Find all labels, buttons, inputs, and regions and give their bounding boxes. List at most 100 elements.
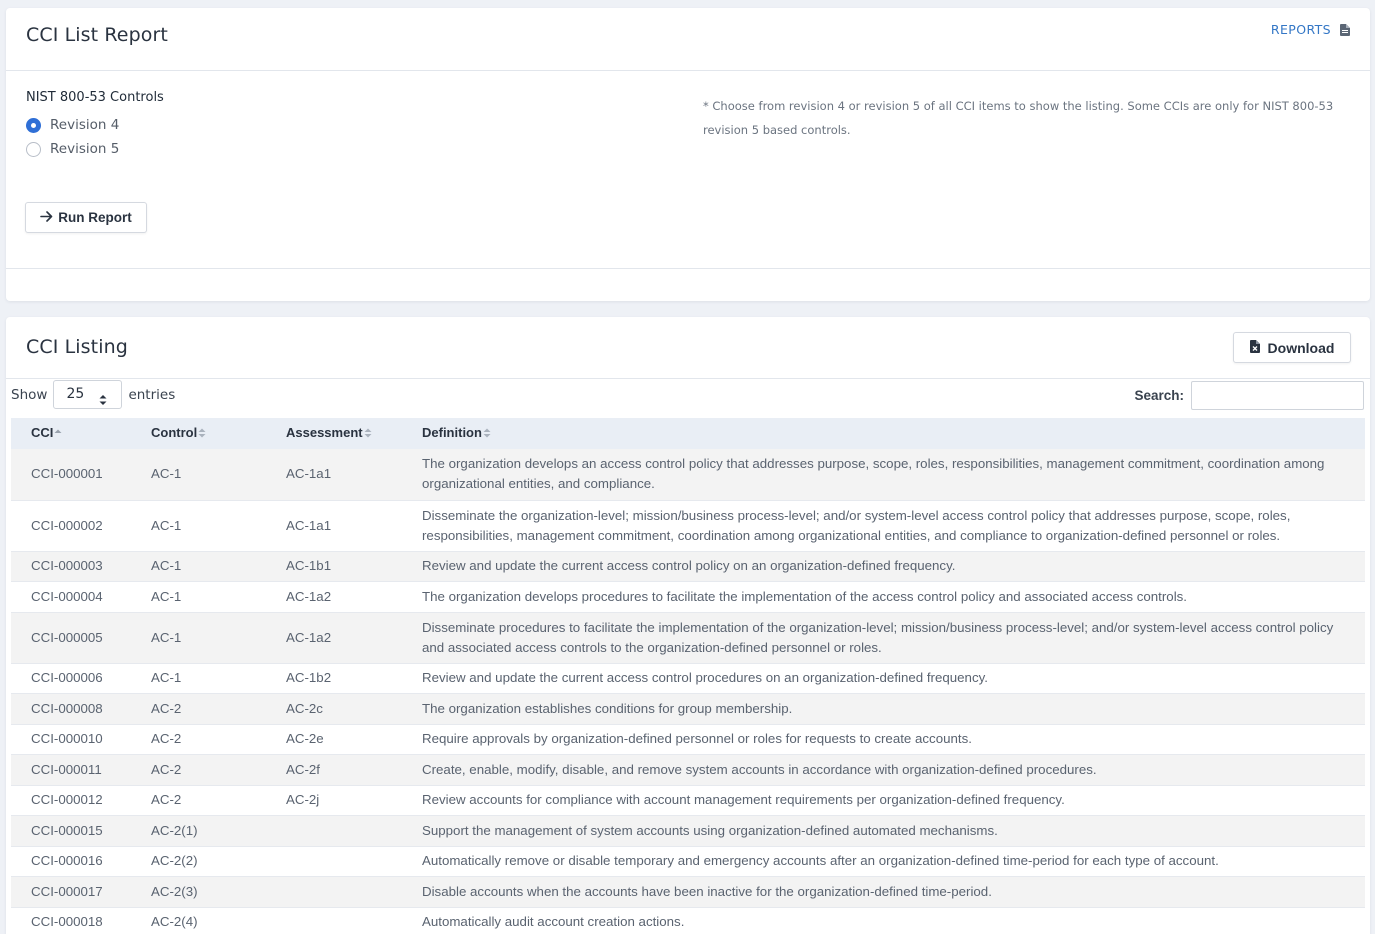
table-row: CCI-000001 AC-1 AC-1a1 The organization …: [11, 449, 1365, 500]
radio-label-revision-4: Revision 4: [50, 117, 120, 133]
cell-assessment: AC-2f: [286, 761, 320, 777]
cell-cci: CCI-000017: [31, 883, 103, 899]
table-row: CCI-000011 AC-2 AC-2f Create, enable, mo…: [11, 754, 1365, 785]
excel-file-icon: [1249, 339, 1260, 356]
cell-assessment: AC-2j: [286, 792, 320, 808]
listing-card: CCI Listing Download Show 25 entries Sea…: [6, 317, 1370, 934]
revision-note: * Choose from revision 4 or revision 5 o…: [703, 99, 1334, 137]
cell-assessment: [266, 907, 402, 934]
table-row: CCI-000003 AC-1 AC-1b1 Review and update…: [11, 551, 1365, 582]
column-header-cci[interactable]: CCI: [11, 418, 131, 449]
cell-assessment: [266, 877, 402, 908]
cell-definition: Disseminate the organization-level; miss…: [422, 507, 1291, 543]
search-label: Search:: [1134, 388, 1184, 403]
entries-select[interactable]: 25: [53, 380, 123, 409]
sort-asc-icon: [54, 427, 62, 442]
cell-definition: Disable accounts when the accounts have …: [422, 883, 992, 899]
cell-cci: CCI-000011: [31, 761, 102, 777]
table-search-control: Search:: [1134, 381, 1364, 410]
sort-icon: [483, 427, 491, 442]
cell-definition: Review and update the current access con…: [422, 558, 956, 574]
sort-icon: [364, 427, 372, 442]
cell-assessment: AC-2e: [286, 731, 324, 747]
cell-control: AC-1: [151, 558, 182, 574]
table-row: CCI-000017 AC-2(3) Disable accounts when…: [11, 876, 1365, 908]
column-label-definition: Definition: [422, 425, 482, 441]
reports-link[interactable]: REPORTS: [1271, 22, 1350, 37]
table-row: CCI-000015 AC-2(1) Support the managemen…: [11, 815, 1365, 847]
cell-definition: Automatically remove or disable temporar…: [422, 853, 1219, 869]
reports-link-label: REPORTS: [1270, 22, 1331, 37]
report-card-divider: [6, 268, 1370, 269]
cell-control: AC-2: [151, 731, 182, 747]
cell-definition: Support the management of system account…: [422, 822, 998, 838]
cell-definition: Automatically audit account creation act…: [422, 914, 685, 930]
radio-option-revision-5[interactable]: Revision 5: [26, 141, 119, 157]
cell-cci: CCI-000004: [31, 588, 103, 604]
table-header-row: CCI Control Assessment Definition: [11, 418, 1365, 449]
column-label-cci: CCI: [31, 425, 54, 441]
document-icon: [1340, 23, 1350, 36]
cell-control: AC-2: [151, 792, 182, 808]
report-card-header: CCI List Report REPORTS: [6, 8, 1370, 71]
cell-control: AC-1: [151, 466, 182, 482]
cell-control: AC-1: [151, 629, 182, 645]
column-header-assessment[interactable]: Assessment: [266, 418, 402, 449]
entries-length-control: Show 25 entries: [11, 380, 175, 409]
run-report-button[interactable]: Run Report: [25, 202, 147, 233]
column-label-control: Control: [151, 425, 198, 441]
select-carets-icon: [99, 389, 107, 405]
table-row: CCI-000018 AC-2(4) Automatically audit a…: [11, 907, 1365, 934]
table-row: CCI-000016 AC-2(2) Automatically remove …: [11, 846, 1365, 877]
cell-assessment: [266, 816, 402, 847]
download-button[interactable]: Download: [1233, 332, 1351, 363]
cell-cci: CCI-000008: [31, 700, 103, 716]
cell-control: AC-2(1): [151, 822, 198, 838]
search-input[interactable]: [1191, 381, 1364, 410]
cell-control: AC-1: [151, 670, 182, 686]
column-label-assessment: Assessment: [286, 425, 363, 441]
cell-control: AC-2: [151, 700, 182, 716]
cell-assessment: [266, 846, 402, 877]
cell-cci: CCI-000001: [31, 466, 103, 482]
cell-definition: The organization establishes conditions …: [422, 700, 793, 716]
cell-control: AC-2(2): [151, 853, 198, 869]
cell-definition: Disseminate procedures to facilitate the…: [422, 619, 1334, 655]
cell-control: AC-2: [151, 761, 182, 777]
radio-revision-4[interactable]: [26, 117, 41, 133]
cell-control: AC-1: [151, 588, 182, 604]
cell-cci: CCI-000015: [31, 822, 103, 838]
sort-icon: [198, 427, 206, 442]
report-card: CCI List Report REPORTS NIST 800-53 Cont…: [6, 8, 1370, 301]
radio-option-revision-4[interactable]: Revision 4: [26, 117, 119, 133]
cell-definition: Require approvals by organization-define…: [422, 731, 972, 747]
cell-cci: CCI-000006: [31, 670, 103, 686]
radio-revision-5[interactable]: [26, 141, 41, 157]
cell-control: AC-2(3): [151, 883, 198, 899]
table-row: CCI-000006 AC-1 AC-1b2 Review and update…: [11, 663, 1365, 694]
table-row: CCI-000004 AC-1 AC-1a2 The organization …: [11, 581, 1365, 612]
table-row: CCI-000010 AC-2 AC-2e Require approvals …: [11, 724, 1365, 755]
cell-assessment: AC-1b1: [286, 558, 332, 574]
cell-cci: CCI-000016: [31, 853, 103, 869]
cell-assessment: AC-1a1: [286, 466, 332, 482]
column-header-control[interactable]: Control: [131, 418, 266, 449]
cell-assessment: AC-1a2: [286, 629, 332, 645]
arrow-right-icon: [40, 210, 53, 225]
report-title: CCI List Report: [26, 24, 168, 46]
cell-assessment: AC-1b2: [286, 670, 332, 686]
listing-card-header: CCI Listing Download: [6, 317, 1370, 379]
cell-definition: Create, enable, modify, disable, and rem…: [422, 761, 1097, 777]
cell-control: AC-2(4): [151, 914, 198, 930]
listing-title: CCI Listing: [26, 336, 128, 358]
show-label: Show: [11, 386, 48, 403]
column-header-definition[interactable]: Definition: [402, 418, 1365, 449]
cci-table: CCI Control Assessment Definition CCI-00…: [11, 418, 1365, 934]
cell-definition: Review accounts for compliance with acco…: [422, 792, 1065, 808]
cell-assessment: AC-2c: [286, 700, 323, 716]
cell-cci: CCI-000005: [31, 629, 103, 645]
cell-cci: CCI-000018: [31, 914, 103, 930]
table-row: CCI-000008 AC-2 AC-2c The organization e…: [11, 693, 1365, 724]
cell-assessment: AC-1a1: [286, 517, 332, 533]
entries-label: entries: [128, 386, 176, 403]
